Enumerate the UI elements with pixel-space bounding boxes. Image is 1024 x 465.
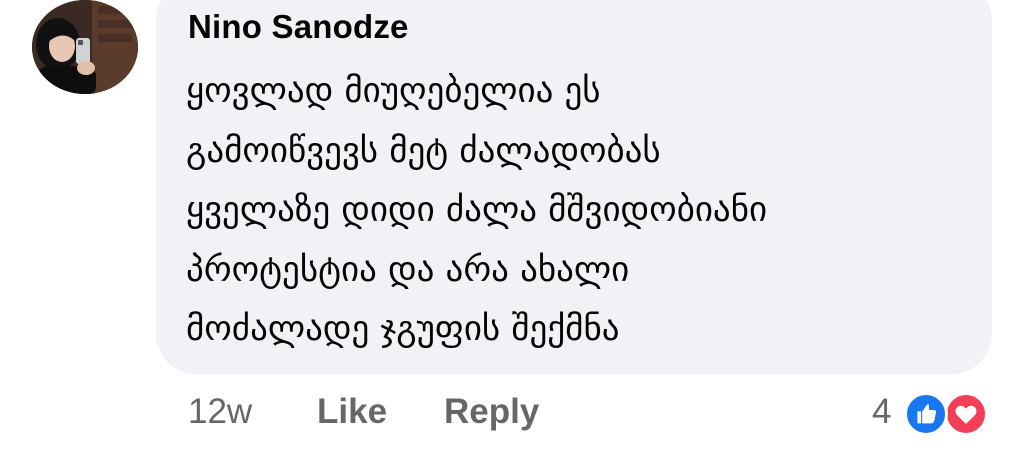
like-icon [904,392,948,436]
comment-line: პროტესტია და არა ახალი [186,249,630,290]
avatar-photo [32,0,138,94]
author-name[interactable]: Nino Sanodze [188,8,409,46]
comment-line: მოძალადე ჯგუფის შექმნა [186,309,620,349]
love-icon [944,392,988,436]
comment-line: გამოიწვევს მეტ ძალადობას [186,130,661,171]
like-button[interactable]: Like [317,392,387,432]
comment-line: ყველაზე დიდი ძალა მშვიდობიანი [186,190,768,230]
comment-actions: 12w Like Reply 4 [0,384,1024,444]
reply-button[interactable]: Reply [444,392,539,432]
comment-text: ყოვლად მიუღებელია ეს გამოიწვევს მეტ ძალა… [186,62,976,360]
reaction-count: 4 [872,392,892,431]
author-avatar[interactable] [32,0,138,94]
comment: Nino Sanodze ყოვლად მიუღებელია ეს გამოიწ… [0,0,1024,465]
comment-timestamp[interactable]: 12w [188,392,252,432]
comment-line: ყოვლად მიუღებელია ეს [186,71,601,111]
